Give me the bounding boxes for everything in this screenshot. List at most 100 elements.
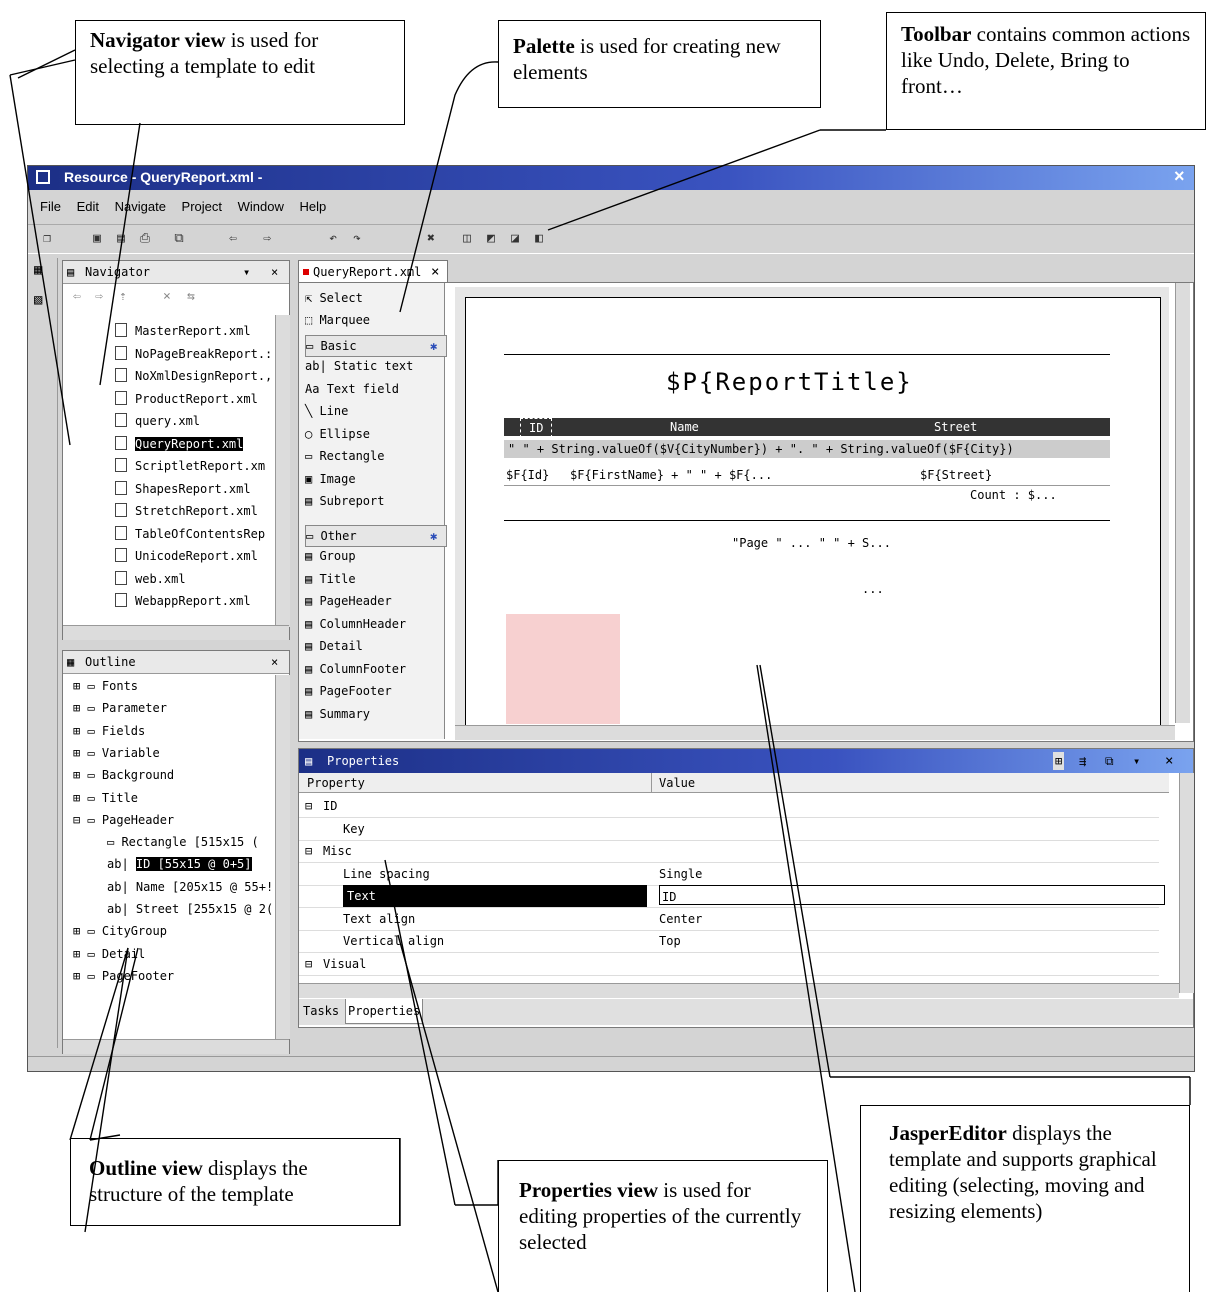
restore-default-icon[interactable]: ⧉: [1105, 749, 1114, 773]
outline-tab[interactable]: ▦ Outline ×: [63, 651, 289, 674]
detail-name[interactable]: $F{FirstName} + " " + $F{...: [570, 466, 772, 484]
count-field[interactable]: Count : $...: [970, 488, 1057, 502]
bring-forward-icon[interactable]: ◪: [506, 230, 524, 248]
menu-navigate[interactable]: Navigate: [115, 196, 166, 218]
menu-help[interactable]: Help: [300, 196, 327, 218]
palette-band[interactable]: ▤ ColumnFooter: [305, 662, 406, 676]
show-categories-icon[interactable]: ⊞: [1053, 752, 1065, 770]
show-advanced-icon[interactable]: ⇶: [1079, 749, 1086, 773]
forward-icon[interactable]: ⇨: [258, 230, 276, 248]
outline-node[interactable]: ab| ID [55x15 @ 0+5]: [107, 857, 252, 872]
outline-hscroll[interactable]: [63, 1039, 289, 1054]
outline-node[interactable]: ⊞ ▭ CityGroup: [73, 924, 167, 938]
navigator-close-icon[interactable]: ×: [271, 261, 278, 283]
navigator-file-item[interactable]: ScriptletReport.xm: [115, 458, 265, 473]
column-header-band[interactable]: ID Name Street: [504, 418, 1110, 438]
group-expression[interactable]: " " + String.valueOf($V{CityNumber}) + "…: [508, 440, 1014, 458]
properties-titlebar[interactable]: ▤ Properties ⊞ ⇶ ⧉ ▾ ×: [299, 749, 1193, 773]
palette-tool[interactable]: ◯ Ellipse: [305, 427, 370, 441]
palette-marquee[interactable]: ⬚ Marquee: [305, 313, 370, 327]
property-row[interactable]: ⊟ Visual: [299, 953, 1159, 976]
palette-other-drawer[interactable]: ▭ Other ✱: [305, 525, 447, 547]
menu-file[interactable]: File: [40, 196, 61, 218]
collapse-icon[interactable]: ⊟: [305, 795, 312, 817]
header-name[interactable]: Name: [670, 418, 699, 436]
outline-node[interactable]: ⊞ ▭ Parameter: [73, 701, 167, 715]
palette-band[interactable]: ▤ Title: [305, 572, 356, 586]
undo-icon[interactable]: ↶: [324, 230, 342, 248]
pin-icon[interactable]: ✱: [430, 526, 437, 546]
palette-tool[interactable]: ▣ Image: [305, 472, 356, 486]
palette-tool[interactable]: ab| Static text: [305, 359, 413, 373]
report-title[interactable]: $P{ReportTitle}: [666, 368, 913, 396]
navigator-file-item[interactable]: NoXmlDesignReport.,: [115, 368, 272, 383]
outline-node[interactable]: ⊞ ▭ Variable: [73, 746, 160, 760]
palette-tool[interactable]: ▤ Subreport: [305, 494, 384, 508]
properties-vscroll[interactable]: [1179, 773, 1194, 993]
palette-select[interactable]: ⇱ Select: [305, 291, 363, 305]
menu-window[interactable]: Window: [238, 196, 284, 218]
outline-node[interactable]: ⊞ ▭ Title: [73, 791, 138, 805]
delete-icon[interactable]: ✖: [422, 230, 440, 248]
palette-band[interactable]: ▤ Summary: [305, 707, 370, 721]
outline-node[interactable]: ⊞ ▭ Background: [73, 768, 174, 782]
detail-street[interactable]: $F{Street}: [920, 466, 992, 484]
save-icon[interactable]: ▣: [88, 230, 106, 248]
resource-perspective-icon[interactable]: ▧: [34, 292, 42, 308]
group-header-band[interactable]: " " + String.valueOf($V{CityNumber}) + "…: [504, 440, 1110, 458]
tab-properties[interactable]: Properties: [345, 999, 424, 1024]
navigator-vscroll[interactable]: [275, 315, 290, 627]
property-value[interactable]: Center: [659, 908, 702, 930]
new-icon[interactable]: ❐: [38, 230, 56, 248]
navigator-file-item[interactable]: StretchReport.xml: [115, 503, 258, 518]
header-id[interactable]: ID: [520, 418, 553, 438]
property-value[interactable]: Top: [659, 930, 681, 952]
nav-back-icon[interactable]: ⇦: [73, 289, 81, 304]
view-menu-icon[interactable]: ▾: [243, 261, 250, 283]
collapse-all-icon[interactable]: ⨯: [163, 289, 171, 304]
navigator-tab[interactable]: ▤ Navigator ▾ ×: [63, 261, 289, 284]
navigator-file-item[interactable]: UnicodeReport.xml: [115, 548, 258, 563]
palette-basic-drawer[interactable]: ▭ Basic ✱: [305, 335, 447, 357]
palette-band[interactable]: ▤ PageHeader: [305, 594, 392, 608]
detail-id[interactable]: $F{Id}: [506, 466, 549, 484]
property-value[interactable]: Single: [659, 863, 702, 885]
summary-field[interactable]: ...: [862, 582, 884, 596]
redo-icon[interactable]: ↷: [348, 230, 366, 248]
outline-node[interactable]: ⊞ ▭ Detail: [73, 947, 145, 961]
outline-node[interactable]: ab| Street [255x15 @ 2(: [107, 902, 273, 916]
collapse-icon[interactable]: ⊟: [305, 840, 312, 862]
link-icon[interactable]: ⇆: [187, 289, 195, 304]
outline-vscroll[interactable]: [275, 675, 290, 1039]
property-row[interactable]: Text ID: [299, 885, 1165, 908]
send-to-back-icon[interactable]: ◫: [458, 230, 476, 248]
property-row[interactable]: ⊟ Misc: [299, 840, 1159, 863]
property-row[interactable]: Line spacing Single: [299, 863, 1159, 886]
menu-edit[interactable]: Edit: [77, 196, 99, 218]
palette-band[interactable]: ▤ Detail: [305, 639, 363, 653]
back-icon[interactable]: ⇦: [224, 230, 242, 248]
editor-close-icon[interactable]: ×: [431, 261, 439, 283]
navigator-file-item[interactable]: TableOfContentsRep: [115, 525, 265, 541]
copy-icon[interactable]: ⧉: [170, 230, 188, 248]
property-row[interactable]: ⊟ ID: [299, 795, 1159, 818]
property-row[interactable]: Text align Center: [299, 908, 1159, 931]
navigator-file-item[interactable]: ShapesReport.xml: [115, 480, 251, 496]
editor-tab[interactable]: QueryReport.xml ×: [298, 260, 448, 282]
properties-menu-icon[interactable]: ▾: [1133, 749, 1140, 773]
outline-node[interactable]: ▭ Rectangle [515x15 (: [107, 835, 259, 849]
nav-up-icon[interactable]: ⇡: [119, 289, 127, 304]
page-number-field[interactable]: "Page " ... " " + S...: [732, 536, 891, 550]
property-row[interactable]: Key: [299, 818, 1159, 841]
properties-close-icon[interactable]: ×: [1165, 749, 1173, 773]
outline-node[interactable]: ⊞ ▭ PageFooter: [73, 969, 174, 983]
palette-band[interactable]: ▤ Group: [305, 549, 356, 563]
pin-icon[interactable]: ✱: [430, 336, 437, 356]
navigator-file-item[interactable]: query.xml: [115, 413, 200, 428]
print-icon[interactable]: ⎙: [136, 230, 154, 248]
navigator-hscroll[interactable]: [63, 625, 289, 640]
outline-node[interactable]: ab| Name [205x15 @ 55+!: [107, 880, 273, 894]
palette-tool[interactable]: Aa Text field: [305, 382, 399, 396]
menu-project[interactable]: Project: [182, 196, 222, 218]
property-value[interactable]: ID: [659, 885, 1165, 905]
